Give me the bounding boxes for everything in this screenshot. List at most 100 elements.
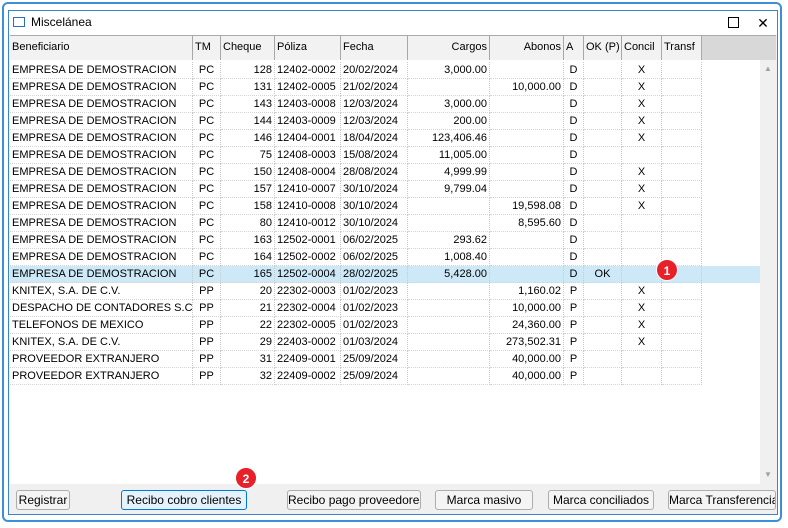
cell-cargos <box>408 351 490 368</box>
column-header-ok-p[interactable]: OK (P) <box>584 36 622 60</box>
cell-cargos <box>408 215 490 232</box>
cell-ok-p <box>584 300 622 317</box>
cell-tm: PC <box>193 147 221 164</box>
maximize-button[interactable] <box>719 13 747 33</box>
table-row[interactable]: DESPACHO DE CONTADORES S.C. PP 21 22302-000… <box>10 300 760 317</box>
cell-a: D <box>564 130 584 147</box>
marca-transferencias-button[interactable]: Marca Transferencias <box>668 490 776 510</box>
table-row[interactable]: EMPRESA DE DEMOSTRACION PC 157 12410-0007 30… <box>10 181 760 198</box>
cell-beneficiario: EMPRESA DE DEMOSTRACION <box>10 147 193 164</box>
cell-beneficiario: KNITEX, S.A. DE C.V. <box>10 283 193 300</box>
recibo-cobro-clientes-button[interactable]: Recibo cobro clientes <box>121 490 247 510</box>
column-header-cargos[interactable]: Cargos <box>408 36 490 60</box>
cell-concil <box>622 215 662 232</box>
cell-poliza: 12402-0005 <box>275 79 341 96</box>
registrar-button[interactable]: Registrar <box>16 490 70 510</box>
cell-a: D <box>564 96 584 113</box>
title-bar: Miscelánea ✕ <box>9 11 777 35</box>
table-row[interactable]: EMPRESA DE DEMOSTRACION PC 165 12502-0004 28… <box>10 266 760 283</box>
cell-tm: PP <box>193 368 221 385</box>
cell-cargos: 5,428.00 <box>408 266 490 283</box>
vertical-scrollbar[interactable]: ▲ ▼ <box>760 60 776 484</box>
cell-transf <box>662 198 702 215</box>
cell-transf <box>662 79 702 96</box>
column-header-abonos[interactable]: Abonos <box>490 36 564 60</box>
cell-tm: PC <box>193 232 221 249</box>
cell-transf <box>662 368 702 385</box>
cell-ok-p <box>584 249 622 266</box>
cell-fecha: 12/03/2024 <box>341 113 408 130</box>
table-row[interactable]: KNITEX, S.A. DE C.V. PP 29 22403-0002 01/03/… <box>10 334 760 351</box>
cell-transf <box>662 164 702 181</box>
cell-ok-p <box>584 130 622 147</box>
cell-ok-p <box>584 351 622 368</box>
cell-a: D <box>564 232 584 249</box>
cell-fecha: 25/09/2024 <box>341 351 408 368</box>
table-row[interactable]: EMPRESA DE DEMOSTRACION PC 163 12502-0001 06… <box>10 232 760 249</box>
cell-concil <box>622 249 662 266</box>
scroll-up-icon[interactable]: ▲ <box>760 62 776 76</box>
table-row[interactable]: EMPRESA DE DEMOSTRACION PC 144 12403-0009 12… <box>10 113 760 130</box>
column-header-a[interactable]: A <box>564 36 584 60</box>
table-row[interactable]: EMPRESA DE DEMOSTRACION PC 150 12408-0004 28… <box>10 164 760 181</box>
cell-ok-p <box>584 232 622 249</box>
cell-cheque: 21 <box>221 300 275 317</box>
cell-transf <box>662 232 702 249</box>
column-header-tm[interactable]: TM <box>193 36 221 60</box>
cell-abonos <box>490 232 564 249</box>
cell-concil: X <box>622 96 662 113</box>
table-row[interactable]: PROVEEDOR EXTRANJERO PP 31 22409-0001 25/09/… <box>10 351 760 368</box>
cell-abonos <box>490 96 564 113</box>
cell-a: P <box>564 317 584 334</box>
scroll-down-icon[interactable]: ▼ <box>760 468 776 482</box>
table-row[interactable]: KNITEX, S.A. DE C.V. PP 20 22302-0003 01/02/… <box>10 283 760 300</box>
cell-a: D <box>564 113 584 130</box>
cell-ok-p <box>584 181 622 198</box>
cell-abonos <box>490 266 564 283</box>
cell-cargos <box>408 283 490 300</box>
table-row[interactable]: EMPRESA DE DEMOSTRACION PC 146 12404-0001 18… <box>10 130 760 147</box>
cell-poliza: 12502-0004 <box>275 266 341 283</box>
cell-a: D <box>564 181 584 198</box>
table-row[interactable]: EMPRESA DE DEMOSTRACION PC 158 12410-0008 30… <box>10 198 760 215</box>
cell-poliza: 22302-0004 <box>275 300 341 317</box>
column-header-fecha[interactable]: Fecha <box>341 36 408 60</box>
cell-concil: X <box>622 334 662 351</box>
cell-cheque: 144 <box>221 113 275 130</box>
close-button[interactable]: ✕ <box>749 13 777 33</box>
table-row[interactable]: EMPRESA DE DEMOSTRACION PC 80 12410-0012 30/… <box>10 215 760 232</box>
cell-cheque: 163 <box>221 232 275 249</box>
column-header-transf[interactable]: Transf <box>662 36 702 60</box>
cell-tm: PC <box>193 181 221 198</box>
marca-conciliados-button[interactable]: Marca conciliados <box>548 490 654 510</box>
column-header-cheque[interactable]: Cheque <box>221 36 275 60</box>
cell-abonos: 273,502.31 <box>490 334 564 351</box>
table-row[interactable]: TELEFONOS DE MEXICO PP 22 22302-0005 01/02/2… <box>10 317 760 334</box>
column-header-concil[interactable]: Concil <box>622 36 662 60</box>
table-row[interactable]: EMPRESA DE DEMOSTRACION PC 131 12402-0005 21… <box>10 79 760 96</box>
cell-cargos: 3,000.00 <box>408 62 490 79</box>
cell-cargos: 293.62 <box>408 232 490 249</box>
cell-ok-p <box>584 96 622 113</box>
table-row[interactable]: EMPRESA DE DEMOSTRACION PC 164 12502-0002 06… <box>10 249 760 266</box>
cell-poliza: 22302-0005 <box>275 317 341 334</box>
table-row[interactable]: EMPRESA DE DEMOSTRACION PC 128 12402-0002 20… <box>10 62 760 79</box>
column-header-poliza[interactable]: Póliza <box>275 36 341 60</box>
cell-cheque: 157 <box>221 181 275 198</box>
table-row[interactable]: EMPRESA DE DEMOSTRACION PC 143 12403-0008 12… <box>10 96 760 113</box>
cell-tm: PC <box>193 130 221 147</box>
column-header-beneficiario[interactable]: Beneficiario <box>10 36 193 60</box>
cell-concil <box>622 232 662 249</box>
cell-cheque: 165 <box>221 266 275 283</box>
cell-ok-p <box>584 334 622 351</box>
cell-beneficiario: EMPRESA DE DEMOSTRACION <box>10 181 193 198</box>
table-row[interactable]: EMPRESA DE DEMOSTRACION PC 75 12408-0003 15/… <box>10 147 760 164</box>
callout-badge-2: 2 <box>235 467 257 489</box>
marca-masivo-button[interactable]: Marca masivo <box>435 490 533 510</box>
cell-tm: PC <box>193 249 221 266</box>
cell-fecha: 15/08/2024 <box>341 147 408 164</box>
cell-concil: X <box>622 113 662 130</box>
table-row[interactable]: PROVEEDOR EXTRANJERO PP 32 22409-0002 25/09/… <box>10 368 760 385</box>
recibo-pago-proveedores-button[interactable]: Recibo pago proveedores <box>287 490 421 510</box>
cell-cheque: 158 <box>221 198 275 215</box>
